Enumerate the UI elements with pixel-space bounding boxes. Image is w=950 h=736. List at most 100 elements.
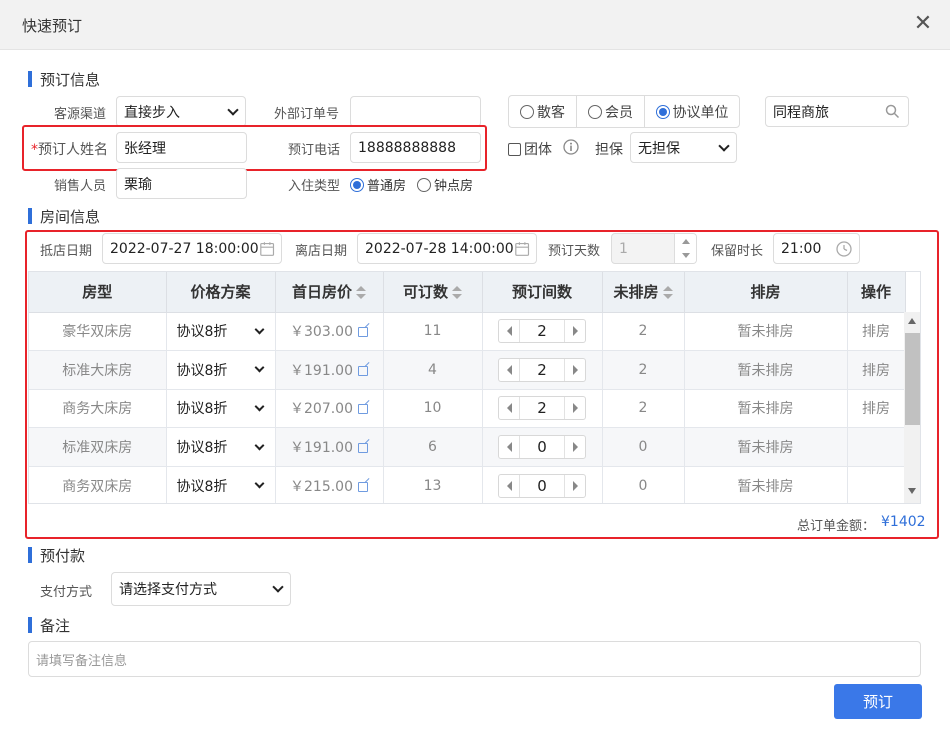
available-cell: 6 <box>383 427 483 467</box>
arrow-down-icon[interactable] <box>681 253 690 259</box>
col-first-day-price[interactable]: 首日房价 <box>275 272 384 313</box>
sort-icon[interactable] <box>662 285 673 300</box>
edit-icon[interactable] <box>358 443 368 454</box>
room-type-cell: 豪华双床房 <box>29 312 167 352</box>
dialog-titlebar <box>0 0 950 50</box>
section-marker <box>28 71 32 87</box>
radio-icon <box>520 104 534 119</box>
price-plan-select[interactable]: 协议8折 <box>166 350 276 390</box>
room-type-cell: 标准大床房 <box>29 350 167 390</box>
checkbox-icon <box>508 143 521 156</box>
dialog-title: 快速预订 <box>22 17 83 35</box>
phone-input[interactable]: 18888888888 <box>350 132 481 163</box>
guest-type-company[interactable]: 协议单位 <box>645 96 739 127</box>
payment-method-select[interactable]: 请选择支付方式 <box>111 572 291 606</box>
qty-stepper[interactable]: 0 <box>498 435 586 460</box>
chevron-down-icon <box>254 478 264 489</box>
available-cell: 4 <box>383 350 483 390</box>
scrollbar-thumb[interactable] <box>905 333 920 425</box>
assign-room-link[interactable]: 排房 <box>847 312 906 352</box>
total-amount: ¥1402 <box>881 514 926 530</box>
available-cell: 10 <box>383 389 483 429</box>
increment-icon[interactable] <box>565 359 585 381</box>
sort-icon[interactable] <box>356 285 366 300</box>
decrement-icon[interactable] <box>499 397 519 419</box>
decrement-icon[interactable] <box>499 359 519 381</box>
increment-icon[interactable] <box>565 475 585 497</box>
qty-cell: 0 <box>482 466 603 503</box>
table-row: 标准大床房 协议8折 ￥191.00 4 2 2 暂未排房 排房 <box>29 350 906 390</box>
decrement-icon[interactable] <box>499 320 519 342</box>
chevron-down-icon <box>227 103 239 116</box>
increment-icon[interactable] <box>565 320 585 342</box>
booker-name-input[interactable]: 张经理 <box>116 132 247 163</box>
qty-stepper[interactable]: 0 <box>498 473 586 498</box>
scroll-down-icon[interactable] <box>908 488 916 494</box>
external-order-input[interactable] <box>350 96 481 127</box>
guest-type-member[interactable]: 会员 <box>577 96 645 127</box>
increment-icon[interactable] <box>565 397 585 419</box>
checkin-type-normal[interactable]: 普通房 <box>350 175 406 194</box>
section-title-prepay: 预付款 <box>40 547 86 565</box>
channel-select[interactable]: 直接步入 <box>116 96 246 127</box>
days-stepper[interactable]: 1 <box>611 233 697 264</box>
edit-icon[interactable] <box>358 481 368 492</box>
edit-icon[interactable] <box>358 404 368 415</box>
available-cell: 11 <box>383 312 483 352</box>
days-spin-buttons[interactable] <box>674 234 696 263</box>
col-available[interactable]: 可订数 <box>383 272 483 313</box>
section-marker <box>28 208 32 224</box>
channel-value: 直接步入 <box>124 104 180 121</box>
qty-stepper[interactable]: 2 <box>498 319 586 344</box>
edit-icon[interactable] <box>358 327 368 338</box>
scroll-up-icon[interactable] <box>908 318 916 324</box>
section-title-remarks: 备注 <box>40 617 71 635</box>
departure-label: 离店日期 <box>295 244 348 259</box>
assign-room-link[interactable]: 排房 <box>847 350 906 390</box>
chevron-down-icon <box>254 401 264 412</box>
price-cell: ￥191.00 <box>275 427 384 467</box>
arrival-date-input[interactable]: 2022-07-27 18:00:00 <box>102 233 282 264</box>
departure-date-input[interactable]: 2022-07-28 14:00:00 <box>357 233 537 264</box>
arrow-up-icon[interactable] <box>681 238 690 244</box>
calendar-icon[interactable] <box>514 240 530 258</box>
decrement-icon[interactable] <box>499 475 519 497</box>
phone-label: 预订电话 <box>288 143 341 158</box>
price-plan-select[interactable]: 协议8折 <box>166 466 276 503</box>
clock-icon[interactable] <box>835 240 853 258</box>
payment-method-value: 请选择支付方式 <box>119 582 217 598</box>
col-unassigned[interactable]: 未排房 <box>602 272 685 313</box>
radio-selected-icon <box>350 178 364 192</box>
col-action: 操作 <box>847 272 906 313</box>
checkin-type-hourly[interactable]: 钟点房 <box>417 175 473 194</box>
qty-stepper[interactable]: 2 <box>498 357 586 382</box>
group-checkbox[interactable]: 团体 <box>508 139 552 159</box>
submit-booking-button[interactable]: 预订 <box>834 684 922 719</box>
company-search-input[interactable]: 同程商旅 <box>765 96 909 127</box>
chevron-down-icon <box>718 139 730 152</box>
decrement-icon[interactable] <box>499 436 519 458</box>
close-icon[interactable]: ✕ <box>912 12 934 36</box>
hold-time-input[interactable]: 21:00 <box>773 233 860 264</box>
table-header-row: 房型 价格方案 首日房价 可订数 预订间数 未排房 排房 操作 <box>29 272 906 313</box>
increment-icon[interactable] <box>565 436 585 458</box>
price-plan-select[interactable]: 协议8折 <box>166 427 276 467</box>
guest-type-walkin[interactable]: 散客 <box>509 96 577 127</box>
assign-cell: 暂未排房 <box>684 466 848 503</box>
search-icon[interactable] <box>885 104 900 119</box>
action-cell <box>847 466 906 503</box>
info-icon[interactable] <box>563 139 579 155</box>
price-plan-select[interactable]: 协议8折 <box>166 312 276 352</box>
edit-icon[interactable] <box>358 365 368 376</box>
guarantee-select[interactable]: 无担保 <box>630 132 737 163</box>
guest-type-group: 散客 会员 协议单位 <box>508 95 740 128</box>
arrival-label: 抵店日期 <box>40 244 93 259</box>
sort-icon[interactable] <box>452 285 462 300</box>
price-plan-select[interactable]: 协议8折 <box>166 389 276 429</box>
calendar-icon[interactable] <box>259 240 275 258</box>
table-scrollbar[interactable] <box>904 312 920 503</box>
sales-person-input[interactable]: 栗瑜 <box>116 168 247 199</box>
qty-stepper[interactable]: 2 <box>498 396 586 421</box>
assign-room-link[interactable]: 排房 <box>847 389 906 429</box>
remarks-input[interactable]: 请填写备注信息 <box>28 641 921 677</box>
